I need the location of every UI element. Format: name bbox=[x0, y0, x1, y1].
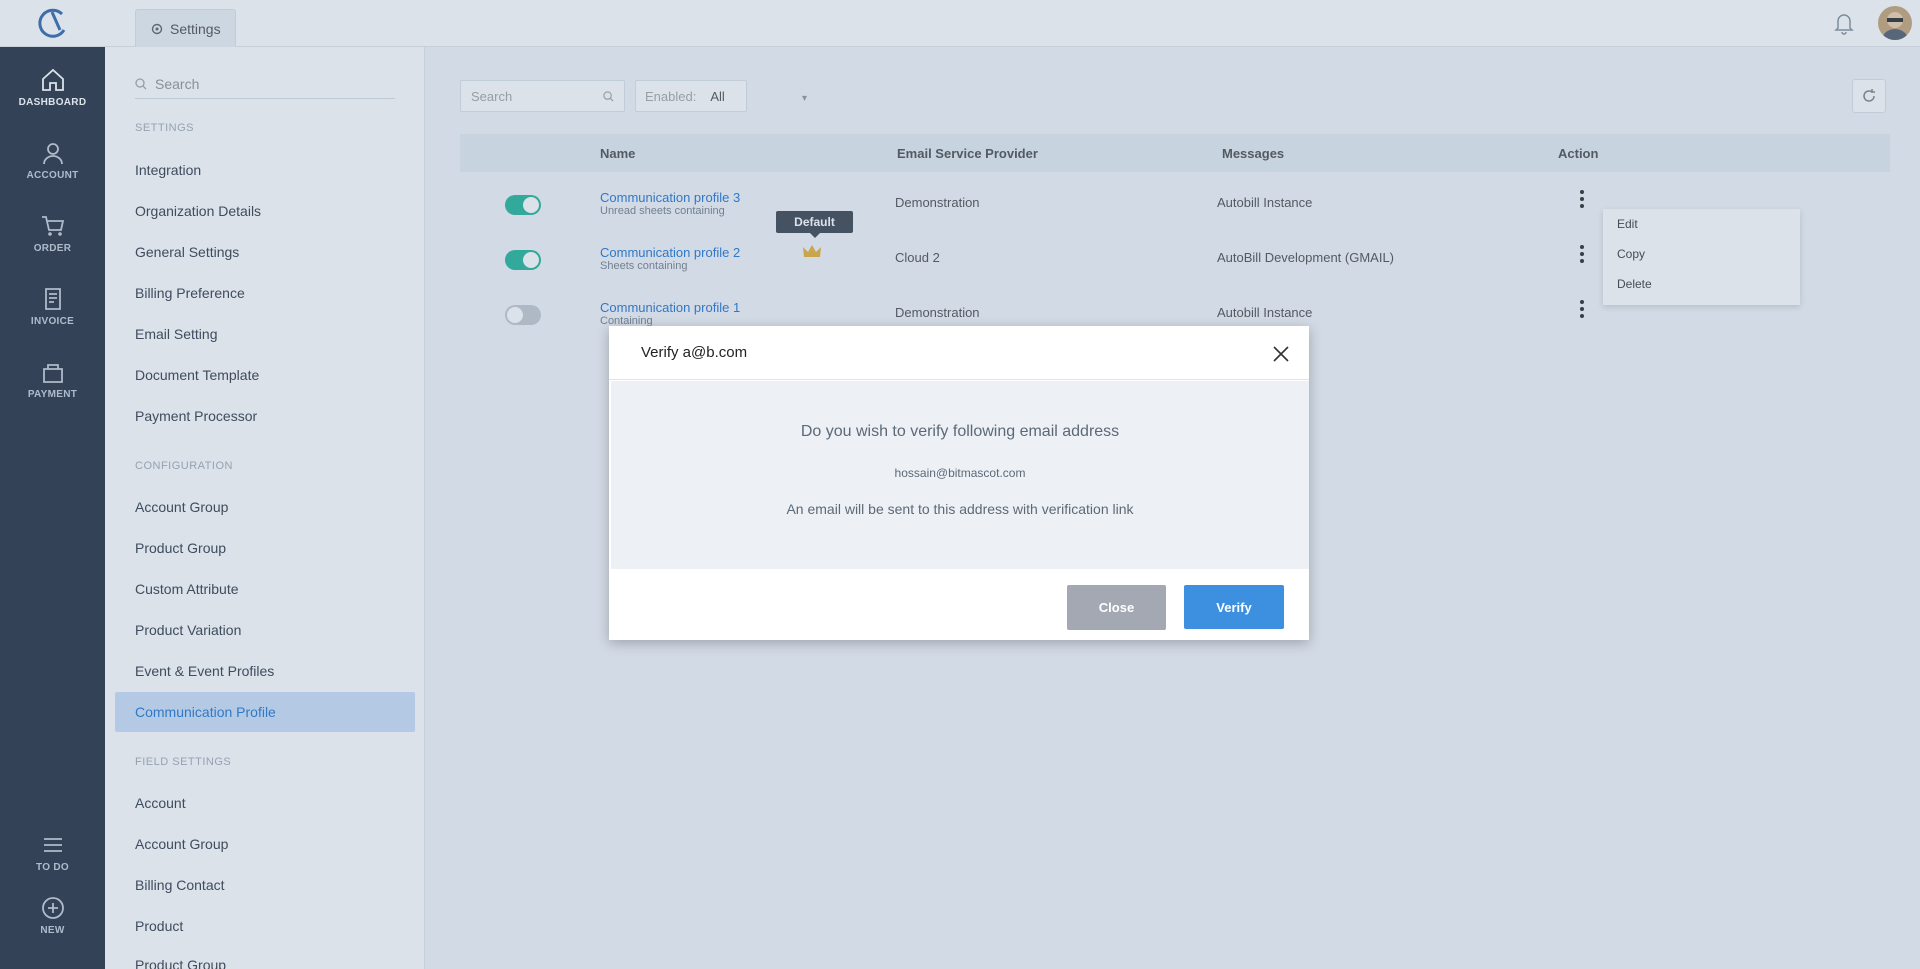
verify-button[interactable]: Verify bbox=[1184, 585, 1284, 629]
dialog-body: Do you wish to verify following email ad… bbox=[611, 381, 1309, 569]
dialog-title: Verify a@b.com bbox=[641, 344, 748, 361]
dialog-header: Verify a@b.com bbox=[609, 326, 1309, 380]
dialog-question: Do you wish to verify following email ad… bbox=[800, 423, 1120, 440]
verify-email-dialog: Verify a@b.com Do you wish to verify fol… bbox=[609, 326, 1309, 640]
dialog-note: An email will be sent to this address wi… bbox=[786, 501, 1134, 517]
close-icon[interactable] bbox=[1272, 345, 1290, 363]
close-button[interactable]: Close bbox=[1067, 585, 1166, 630]
dialog-email: hossain@bitmascot.com bbox=[894, 466, 1026, 480]
